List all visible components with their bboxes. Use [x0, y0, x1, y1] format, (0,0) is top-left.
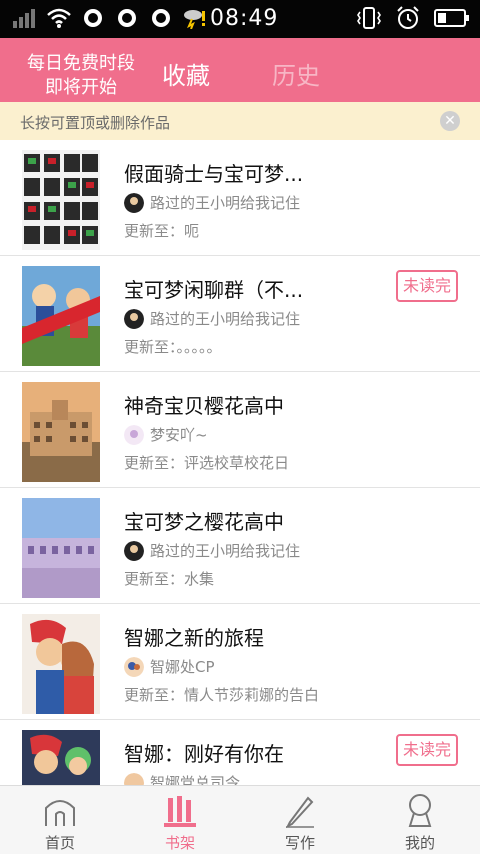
close-icon[interactable]: ✕: [440, 111, 460, 131]
item-author: 智娜党总司令: [124, 772, 240, 785]
nav-write[interactable]: 写作: [240, 792, 360, 852]
author-avatar: [124, 308, 144, 329]
author-name: 智娜处CP: [150, 658, 215, 676]
nav-profile[interactable]: 我的: [360, 792, 480, 852]
tab-favorites[interactable]: 收藏: [162, 56, 210, 91]
nav-home[interactable]: 首页: [0, 792, 120, 852]
cover-image: [22, 614, 100, 714]
item-author: 梦安吖~: [124, 424, 208, 445]
free-period-promo[interactable]: 每日免费时段 即将开始: [10, 52, 152, 100]
author-avatar: [124, 424, 144, 445]
item-update: 更新至：评选校草校花日: [124, 454, 290, 472]
author-name: 路过的王小明给我记住: [150, 194, 301, 212]
cover-image: [22, 150, 100, 250]
list-item[interactable]: 宝可梦闲聊群（不... 路过的王小明给我记住 更新至：。。。。。 未读完: [0, 256, 480, 372]
nav-label: 我的: [404, 834, 435, 852]
item-author: 路过的王小明给我记住: [124, 308, 300, 329]
cover-image: [22, 382, 100, 482]
signal-icon: [13, 9, 35, 28]
nav-label: 书架: [164, 834, 195, 852]
item-author: 智娜处CP: [124, 656, 215, 677]
list-item[interactable]: 智娜：刚好有你在 智娜党总司令 未读完: [0, 720, 480, 785]
status-bar: 08:49: [0, 0, 480, 38]
list-item[interactable]: 假面骑士与宝可梦... 路过的王小明给我记住 更新至：呃: [0, 140, 480, 256]
unread-badge: 未读完: [396, 270, 458, 302]
author-name: 路过的王小明给我记住: [150, 310, 301, 328]
pen-icon: [285, 796, 314, 828]
author-avatar: [124, 540, 144, 561]
promo-line-1: 每日免费时段: [27, 53, 135, 74]
cover-image: [22, 266, 100, 366]
item-title: 智娜之新的旅程: [124, 626, 264, 650]
item-author: 路过的王小明给我记住: [124, 192, 300, 213]
favorites-list: 假面骑士与宝可梦... 路过的王小明给我记住 更新至：呃 宝可梦闲聊群（不...…: [0, 140, 480, 785]
author-name: 梦安吖~: [150, 426, 208, 444]
item-update: 更新至：情人节莎莉娜的告白: [124, 686, 320, 704]
item-author: 路过的王小明给我记住: [124, 540, 300, 561]
hint-text: 长按可置顶或删除作品: [20, 114, 171, 132]
alarm-icon: [397, 6, 419, 29]
profile-icon: [408, 794, 432, 827]
item-update: 更新至：呃: [124, 222, 200, 240]
app-notification-icon: [84, 9, 102, 27]
battery-icon: [434, 9, 469, 27]
wifi-icon: [47, 8, 71, 28]
author-avatar: [124, 192, 144, 213]
item-update: 更新至：水集: [124, 570, 215, 588]
list-item[interactable]: 神奇宝贝樱花高中 梦安吖~ 更新至：评选校草校花日: [0, 372, 480, 488]
bookshelf-icon: [164, 796, 196, 827]
app-notification-icon: [152, 9, 170, 27]
tab-history[interactable]: 历史: [272, 56, 320, 91]
cover-image: [22, 730, 100, 785]
hint-bar: 长按可置顶或删除作品 ✕: [0, 102, 480, 140]
nav-bookshelf[interactable]: 书架: [120, 792, 240, 852]
top-header: 每日免费时段 即将开始 收藏 历史: [0, 38, 480, 102]
weather-storm-icon: [184, 10, 205, 29]
nav-label: 写作: [284, 834, 315, 852]
list-item[interactable]: 智娜之新的旅程 智娜处CP 更新至：情人节莎莉娜的告白: [0, 604, 480, 720]
item-title: 宝可梦闲聊群（不...: [124, 278, 304, 302]
unread-badge: 未读完: [396, 734, 458, 766]
bottom-nav: 首页 书架 写作 我的: [0, 785, 480, 854]
list-item[interactable]: 宝可梦之樱花高中 路过的王小明给我记住 更新至：水集: [0, 488, 480, 604]
item-title: 智娜：刚好有你在: [124, 742, 284, 766]
item-title: 假面骑士与宝可梦...: [124, 162, 304, 186]
cover-image: [22, 498, 100, 598]
author-name: 路过的王小明给我记住: [150, 542, 301, 560]
promo-line-2: 即将开始: [45, 77, 117, 98]
author-name: 智娜党总司令: [150, 774, 241, 785]
author-avatar: [124, 772, 144, 785]
item-title: 宝可梦之樱花高中: [124, 510, 284, 534]
item-title: 神奇宝贝樱花高中: [124, 394, 284, 418]
nav-label: 首页: [44, 834, 75, 852]
item-update: 更新至：。。。。。: [124, 338, 222, 356]
home-icon: [45, 800, 75, 826]
app-notification-icon: [118, 9, 136, 27]
status-time: 08:49: [210, 6, 279, 31]
author-avatar: [124, 656, 144, 677]
vibrate-icon: [357, 7, 381, 29]
